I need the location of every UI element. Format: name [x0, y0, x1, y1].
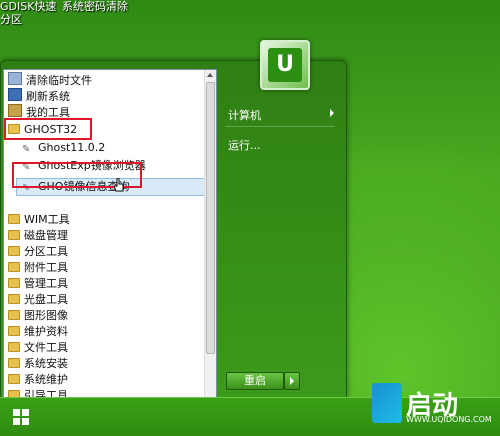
folder-icon	[8, 310, 20, 320]
arrow-right-icon	[290, 377, 294, 385]
desktop-icon-gdisk[interactable]: GDISK快速分区	[0, 0, 60, 26]
menu-item-refresh[interactable]: 刷新系统	[8, 88, 70, 104]
user-avatar[interactable]: U	[260, 40, 310, 90]
refresh-icon	[8, 88, 22, 101]
right-item-run[interactable]: 运行...	[228, 137, 261, 153]
ghost-icon: ✎	[22, 144, 31, 155]
folder-icon	[8, 342, 20, 352]
submenu-arrow-icon	[330, 109, 334, 117]
annotation-box-ghost32	[4, 118, 92, 140]
right-item-computer[interactable]: 计算机	[228, 107, 261, 123]
cleanup-icon	[8, 72, 22, 85]
windows-logo-icon	[13, 409, 29, 425]
folder-icon	[8, 214, 20, 224]
desktop-icon-label: 系统密码清除	[62, 0, 128, 13]
folder-icon	[8, 294, 20, 304]
menu-item-cd-tools[interactable]: 光盘工具	[8, 292, 68, 308]
menu-item-cleanup[interactable]: 清除临时文件	[8, 72, 92, 88]
brand-url: WWW.UQIDONG.COM	[406, 415, 492, 424]
folder-icon	[8, 358, 20, 368]
folder-icon	[8, 246, 20, 256]
start-button[interactable]	[4, 400, 38, 434]
folder-icon	[8, 374, 20, 384]
folder-icon	[8, 278, 20, 288]
menu-item-accessories[interactable]: 附件工具	[8, 260, 68, 276]
menu-item-ghost11[interactable]: ✎ Ghost11.0.2	[22, 140, 105, 156]
menu-item-maintenance-docs[interactable]: 维护资料	[8, 324, 68, 340]
menu-item-system-maintain[interactable]: 系统维护	[8, 372, 68, 388]
folder-icon	[8, 326, 20, 336]
brand-watermark: 启动 WWW.UQIDONG.COM	[372, 383, 496, 424]
restart-options-button[interactable]	[284, 372, 300, 390]
brand-logo-icon	[372, 383, 402, 423]
desktop-icon-label: GDISK快速分区	[0, 0, 57, 26]
restart-button[interactable]: 重启	[226, 372, 284, 390]
menu-item-graphics[interactable]: 图形图像	[8, 308, 68, 324]
menu-item-partition[interactable]: 分区工具	[8, 244, 68, 260]
menu-item-admin-tools[interactable]: 管理工具	[8, 276, 68, 292]
scroll-up-icon[interactable]	[207, 73, 213, 77]
scroll-thumb[interactable]	[206, 82, 215, 354]
menu-item-file-tools[interactable]: 文件工具	[8, 340, 68, 356]
avatar-logo-icon: U	[268, 48, 302, 82]
menu-item-wim[interactable]: WIM工具	[8, 212, 70, 228]
desktop-icon-password-clear[interactable]: 系统密码清除	[62, 0, 142, 13]
hand-cursor-icon	[114, 178, 124, 192]
folder-icon	[8, 230, 20, 240]
folder-icon	[8, 262, 20, 272]
tools-icon	[8, 104, 22, 117]
program-list-scrollbar[interactable]	[204, 70, 216, 410]
menu-item-system-install[interactable]: 系统安装	[8, 356, 68, 372]
start-menu: 清除临时文件 刷新系统 我的工具 GHOST32 ✎ Ghost11.0.2 ✎ G…	[0, 60, 347, 411]
separator	[225, 126, 335, 127]
menu-item-disk-manage[interactable]: 磁盘管理	[8, 228, 68, 244]
